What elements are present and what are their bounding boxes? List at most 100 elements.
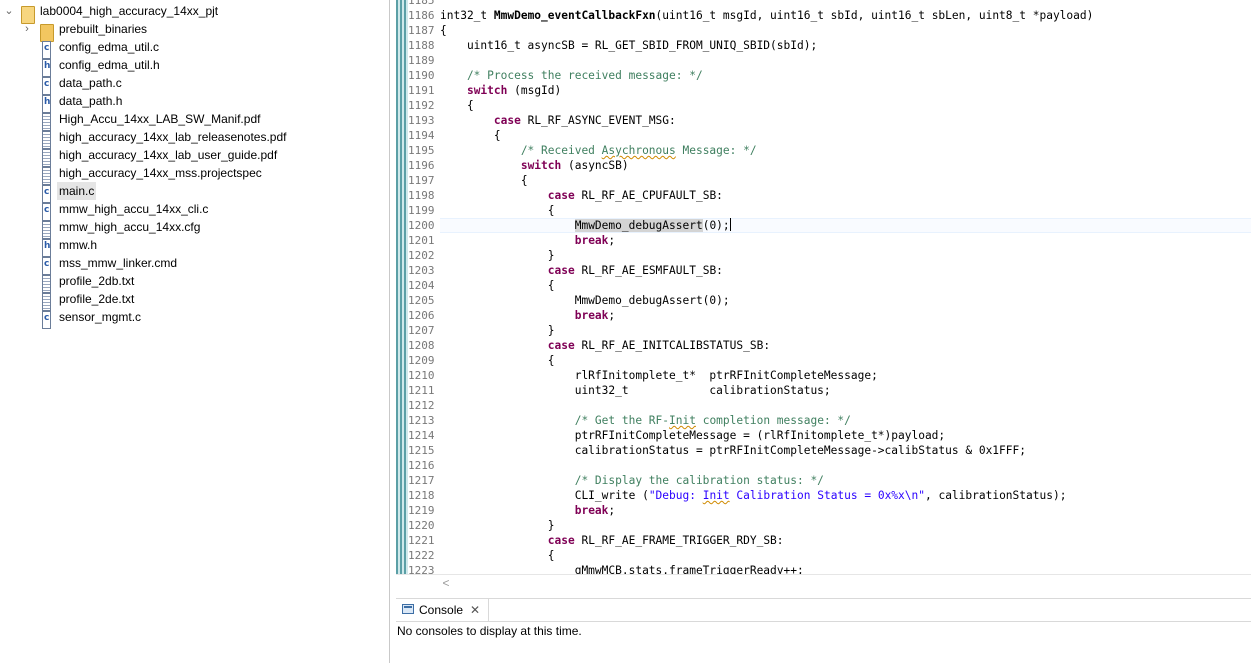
code-line-1187: { xyxy=(440,24,447,37)
project-explorer: ⌄ lab0004_high_accuracy_14xx_pjt › prebui… xyxy=(0,0,389,663)
tree-item-data-path-c[interactable]: data_path.c xyxy=(0,74,389,95)
code-line-1210: rlRfInitomplete_t* ptrRFInitCompleteMess… xyxy=(440,369,878,382)
horizontal-scrollbar[interactable]: < xyxy=(396,574,1251,591)
line-number: 1193 xyxy=(408,114,435,127)
code-line-1218: CLI_write ("Debug: Init Calibration Stat… xyxy=(440,489,1067,502)
line-number: 1198 xyxy=(408,189,435,202)
console-view: Console ✕ No consoles to display at this… xyxy=(396,598,1251,664)
console-icon xyxy=(402,604,414,614)
tree-project-root[interactable]: ⌄ lab0004_high_accuracy_14xx_pjt xyxy=(0,2,389,24)
tree-item-label: data_path.c xyxy=(59,76,122,90)
tree-item-label: high_accuracy_14xx_lab_user_guide.pdf xyxy=(59,148,278,162)
tree-item-label: config_edma_util.h xyxy=(59,58,160,72)
line-number: 1216 xyxy=(408,459,435,472)
line-number: 1222 xyxy=(408,549,435,562)
line-number: 1209 xyxy=(408,354,435,367)
code-line-1188: uint16_t asyncSB = RL_GET_SBID_FROM_UNIQ… xyxy=(440,39,818,52)
tree-item-label: high_accuracy_14xx_lab_releasenotes.pdf xyxy=(59,130,287,144)
code-line-1201: break; xyxy=(574,234,616,247)
tree-item-mmw-h[interactable]: mmw.h xyxy=(0,236,389,257)
line-number: 1210 xyxy=(408,369,435,382)
tree-item-mmw-high-accu-14xx-cfg[interactable]: mmw_high_accu_14xx.cfg xyxy=(0,218,389,239)
line-number: 1218 xyxy=(408,489,435,502)
overview-ruler xyxy=(396,0,408,574)
project-name: lab0004_high_accuracy_14xx_pjt xyxy=(40,4,219,18)
code-line-1214: ptrRFInitCompleteMessage = (rlRfInitompl… xyxy=(440,429,946,442)
tree-item-label: config_edma_util.c xyxy=(59,40,160,54)
code-line-1219: break; xyxy=(574,504,616,517)
tree-item-profile-2de-txt[interactable]: profile_2de.txt xyxy=(0,290,389,311)
tree-item-config-edma-util-h[interactable]: config_edma_util.h xyxy=(0,56,389,77)
occurrence-highlight: MmwDemo_debugAssert xyxy=(574,219,703,232)
code-line-1204: { xyxy=(440,279,555,292)
tree-item-high-accuracy-14xx-lab-user-guide-pdf[interactable]: high_accuracy_14xx_lab_user_guide.pdf xyxy=(0,146,389,167)
line-number: 1204 xyxy=(408,279,435,292)
tree-item-high-accuracy-14xx-mss-projectspec[interactable]: high_accuracy_14xx_mss.projectspec xyxy=(0,164,389,185)
line-number: 1188 xyxy=(408,39,435,52)
line-number: 1202 xyxy=(408,249,435,262)
code-line-1220: } xyxy=(440,519,555,532)
tree-item-prebuilt-binaries[interactable]: › prebuilt_binaries xyxy=(0,20,389,42)
tree-item-main-c[interactable]: main.c xyxy=(0,182,389,203)
chevron-right-icon[interactable]: › xyxy=(21,20,33,38)
line-number: 1206 xyxy=(408,309,435,322)
code-line-1194: { xyxy=(440,129,501,142)
code-line-1213: /* Get the RF-Init completion message: *… xyxy=(440,414,851,427)
line-number: 1187 xyxy=(408,24,435,37)
tree-item-high-accuracy-14xx-lab-releasenotes-pdf[interactable]: high_accuracy_14xx_lab_releasenotes.pdf xyxy=(0,128,389,149)
tree-item-label: main.c xyxy=(57,182,97,200)
line-number: 1207 xyxy=(408,324,435,337)
explorer-divider[interactable] xyxy=(389,0,390,663)
tree-item-data-path-h[interactable]: data_path.h xyxy=(0,92,389,113)
tab-divider xyxy=(396,621,1251,622)
line-number: 1185 xyxy=(408,0,435,7)
code-editor[interactable]: 1185 1186 1187 1188 1189 1190 1191 1192 1193 1194… xyxy=(396,0,1251,574)
line-number: 1211 xyxy=(408,384,435,397)
code-line-1203: case RL_RF_AE_ESMFAULT_SB: xyxy=(547,264,723,277)
code-line-1208: case RL_RF_AE_INITCALIBSTATUS_SB: xyxy=(547,339,771,352)
tree-item-label: data_path.h xyxy=(59,94,123,108)
tree-item-config-edma-util-c[interactable]: config_edma_util.c xyxy=(0,38,389,59)
line-number: 1217 xyxy=(408,474,435,487)
tree-item-label: high_accuracy_14xx_mss.projectspec xyxy=(59,166,262,180)
code-line-1222: { xyxy=(440,549,555,562)
line-number: 1215 xyxy=(408,444,435,457)
code-line-1217: /* Display the calibration status: */ xyxy=(440,474,824,487)
tree-item-label: profile_2de.txt xyxy=(59,292,135,306)
line-number: 1200 xyxy=(408,219,435,232)
code-line-1211: uint32_t calibrationStatus; xyxy=(440,384,831,397)
tree-item-mmw-high-accu-14xx-cli-c[interactable]: mmw_high_accu_14xx_cli.c xyxy=(0,200,389,221)
chevron-down-icon[interactable]: ⌄ xyxy=(3,2,15,20)
code-line-1199: { xyxy=(440,204,555,217)
code-line-1186: int32_t MmwDemo_eventCallbackFxn(uint16_… xyxy=(440,9,1094,22)
line-number: 1186 xyxy=(408,9,435,22)
code-line-1200: MmwDemo_debugAssert(0); xyxy=(574,218,731,232)
console-message: No consoles to display at this time. xyxy=(397,624,582,638)
tree-item-sensor-mgmt-c[interactable]: sensor_mgmt.c xyxy=(0,308,389,329)
line-number: 1201 xyxy=(408,234,435,247)
line-number: 1189 xyxy=(408,54,435,67)
scroll-left-arrow-icon[interactable]: < xyxy=(440,575,452,591)
tree-item-label: mmw.h xyxy=(59,238,98,252)
tree-item-label: sensor_mgmt.c xyxy=(59,310,142,324)
line-number: 1213 xyxy=(408,414,435,427)
close-icon[interactable]: ✕ xyxy=(470,599,480,621)
text-caret xyxy=(729,218,731,231)
tree-item-label: mmw_high_accu_14xx_cli.c xyxy=(59,202,209,216)
code-line-1202: } xyxy=(440,249,555,262)
tree-item-profile-2db-txt[interactable]: profile_2db.txt xyxy=(0,272,389,293)
code-line-1207: } xyxy=(440,324,555,337)
tree-item-high-accu-14xx-lab-sw-manif-pdf[interactable]: High_Accu_14xx_LAB_SW_Manif.pdf xyxy=(0,110,389,131)
line-number: 1220 xyxy=(408,519,435,532)
code-line-1193: case RL_RF_ASYNC_EVENT_MSG: xyxy=(493,114,676,127)
line-number: 1195 xyxy=(408,144,435,157)
tree-item-label: mmw_high_accu_14xx.cfg xyxy=(59,220,201,234)
tab-console[interactable]: Console ✕ xyxy=(396,599,489,621)
code-line-1221: case RL_RF_AE_FRAME_TRIGGER_RDY_SB: xyxy=(547,534,784,547)
code-line-1223: gMmwMCB.stats.frameTriggerReady++; xyxy=(440,564,804,574)
line-number: 1194 xyxy=(408,129,435,142)
code-line-1205: MmwDemo_debugAssert(0); xyxy=(440,294,730,307)
line-number: 1223 xyxy=(408,564,435,574)
tree-item-mss-mmw-linker-cmd[interactable]: mss_mmw_linker.cmd xyxy=(0,254,389,275)
line-number: 1199 xyxy=(408,204,435,217)
